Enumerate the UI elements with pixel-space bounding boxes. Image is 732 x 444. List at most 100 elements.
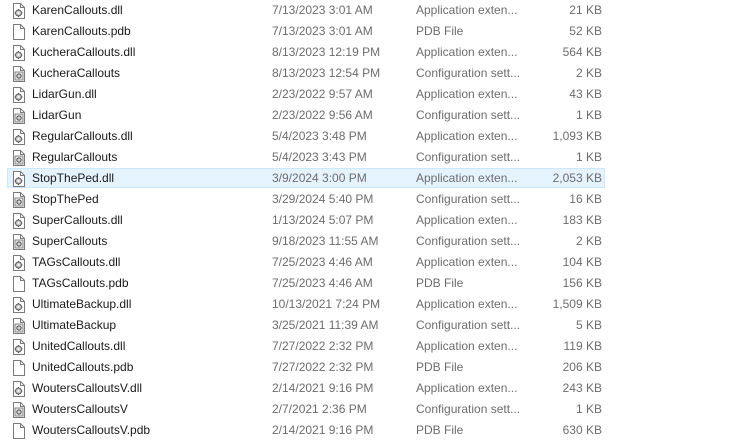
- file-size: 243 KB: [562, 381, 602, 395]
- file-date-modified: 2/14/2021 9:16 PM: [272, 423, 374, 437]
- file-date-modified: 5/4/2023 3:48 PM: [272, 129, 367, 143]
- file-name: UnitedCallouts.dll: [32, 339, 126, 353]
- file-date-modified: 7/27/2022 2:32 PM: [272, 339, 374, 353]
- file-size: 1 KB: [575, 402, 602, 416]
- config-gear-icon: [12, 108, 26, 124]
- file-name: KarenCallouts.dll: [32, 3, 123, 17]
- file-name: LidarGun: [32, 108, 82, 122]
- file-name: SuperCallouts: [32, 234, 108, 248]
- file-name: KucheraCallouts: [32, 66, 121, 80]
- file-row[interactable]: UltimateBackup 3/25/2021 11:39 AM Config…: [0, 315, 732, 336]
- file-date-modified: 10/13/2021 7:24 PM: [272, 297, 381, 311]
- file-date-modified: 8/13/2023 12:19 PM: [272, 45, 381, 59]
- file-row[interactable]: TAGsCallouts.dll 7/25/2023 4:46 AM Appli…: [0, 252, 732, 273]
- file-size: 156 KB: [562, 276, 602, 290]
- file-date-modified: 8/13/2023 12:54 PM: [272, 66, 381, 80]
- file-date-modified: 3/29/2024 5:40 PM: [272, 192, 374, 206]
- file-type: Configuration sett...: [416, 234, 521, 248]
- file-name: SuperCallouts.dll: [32, 213, 123, 227]
- file-row[interactable]: KarenCallouts.dll 7/13/2023 3:01 AM Appl…: [0, 0, 732, 21]
- file-row[interactable]: WoutersCalloutsV 2/7/2021 2:36 PM Config…: [0, 399, 732, 420]
- file-date-modified: 7/25/2023 4:46 AM: [272, 255, 373, 269]
- file-name: RegularCallouts.dll: [32, 129, 133, 143]
- file-type: Configuration sett...: [416, 192, 521, 206]
- file-name: TAGsCallouts.pdb: [32, 276, 129, 290]
- file-date-modified: 9/18/2023 11:55 AM: [272, 234, 379, 248]
- file-list[interactable]: KarenCallouts.dll 7/13/2023 3:01 AM Appl…: [0, 0, 732, 441]
- file-date-modified: 1/13/2024 5:07 PM: [272, 213, 374, 227]
- file-row[interactable]: WoutersCalloutsV.dll 2/14/2021 9:16 PM A…: [0, 378, 732, 399]
- dll-gear-icon: [12, 381, 26, 397]
- file-name: TAGsCallouts.dll: [32, 255, 121, 269]
- file-row[interactable]: KarenCallouts.pdb 7/13/2023 3:01 AM PDB …: [0, 21, 732, 42]
- file-row[interactable]: KucheraCallouts.dll 8/13/2023 12:19 PM A…: [0, 42, 732, 63]
- file-date-modified: 2/14/2021 9:16 PM: [272, 381, 374, 395]
- file-row[interactable]: UnitedCallouts.pdb 7/27/2022 2:32 PM PDB…: [0, 357, 732, 378]
- file-name: LidarGun.dll: [32, 87, 97, 101]
- file-name: UltimateBackup.dll: [32, 297, 132, 311]
- file-row[interactable]: WoutersCalloutsV.pdb 2/14/2021 9:16 PM P…: [0, 420, 732, 441]
- file-name: KarenCallouts.pdb: [32, 24, 131, 38]
- file-size: 206 KB: [562, 360, 602, 374]
- file-size: 52 KB: [569, 24, 602, 38]
- blank-file-icon: [12, 276, 26, 292]
- file-size: 2,053 KB: [552, 171, 602, 185]
- file-row[interactable]: LidarGun.dll 2/23/2022 9:57 AM Applicati…: [0, 84, 732, 105]
- file-date-modified: 7/13/2023 3:01 AM: [272, 24, 373, 38]
- file-date-modified: 7/13/2023 3:01 AM: [272, 3, 373, 17]
- file-date-modified: 5/4/2023 3:43 PM: [272, 150, 367, 164]
- file-row[interactable]: RegularCallouts 5/4/2023 3:43 PM Configu…: [0, 147, 732, 168]
- file-row[interactable]: SuperCallouts 9/18/2023 11:55 AM Configu…: [0, 231, 732, 252]
- file-type: Application exten...: [416, 45, 518, 59]
- file-row[interactable]: StopThePed.dll 3/9/2024 3:00 PM Applicat…: [0, 168, 732, 189]
- file-row[interactable]: UnitedCallouts.dll 7/27/2022 2:32 PM App…: [0, 336, 732, 357]
- file-date-modified: 3/25/2021 11:39 AM: [272, 318, 379, 332]
- file-date-modified: 7/27/2022 2:32 PM: [272, 360, 374, 374]
- file-name: KucheraCallouts.dll: [32, 45, 136, 59]
- file-row[interactable]: TAGsCallouts.pdb 7/25/2023 4:46 AM PDB F…: [0, 273, 732, 294]
- file-size: 5 KB: [575, 318, 602, 332]
- config-gear-icon: [12, 192, 26, 208]
- config-gear-icon: [12, 402, 26, 418]
- file-type: Application exten...: [416, 213, 518, 227]
- file-type: Configuration sett...: [416, 402, 521, 416]
- file-type: PDB File: [416, 24, 464, 38]
- file-date-modified: 2/23/2022 9:57 AM: [272, 87, 373, 101]
- file-row[interactable]: KucheraCallouts 8/13/2023 12:54 PM Confi…: [0, 63, 732, 84]
- file-row[interactable]: RegularCallouts.dll 5/4/2023 3:48 PM App…: [0, 126, 732, 147]
- file-date-modified: 3/9/2024 3:00 PM: [272, 171, 367, 185]
- file-type: Configuration sett...: [416, 150, 521, 164]
- file-name: StopThePed.dll: [32, 171, 115, 185]
- file-type: Configuration sett...: [416, 318, 521, 332]
- file-type: PDB File: [416, 423, 464, 437]
- config-gear-icon: [12, 318, 26, 334]
- file-type: Application exten...: [416, 255, 518, 269]
- file-type: Application exten...: [416, 129, 518, 143]
- file-size: 119 KB: [563, 339, 602, 353]
- file-row[interactable]: LidarGun 2/23/2022 9:56 AM Configuration…: [0, 105, 732, 126]
- file-size: 1 KB: [575, 108, 602, 122]
- file-row[interactable]: StopThePed 3/29/2024 5:40 PM Configurati…: [0, 189, 732, 210]
- file-row[interactable]: UltimateBackup.dll 10/13/2021 7:24 PM Ap…: [0, 294, 732, 315]
- file-type: Configuration sett...: [416, 108, 521, 122]
- file-size: 1 KB: [575, 150, 602, 164]
- file-size: 2 KB: [575, 234, 602, 248]
- dll-gear-icon: [12, 297, 26, 313]
- file-type: PDB File: [416, 276, 464, 290]
- blank-file-icon: [12, 360, 26, 376]
- file-size: 2 KB: [575, 66, 602, 80]
- file-size: 16 KB: [569, 192, 602, 206]
- file-type: Application exten...: [416, 87, 518, 101]
- config-gear-icon: [12, 150, 26, 166]
- file-type: PDB File: [416, 360, 464, 374]
- dll-gear-icon: [12, 87, 26, 103]
- file-size: 1,093 KB: [552, 129, 602, 143]
- file-name: UltimateBackup: [32, 318, 117, 332]
- file-row[interactable]: SuperCallouts.dll 1/13/2024 5:07 PM Appl…: [0, 210, 732, 231]
- file-size: 183 KB: [562, 213, 602, 227]
- file-date-modified: 2/23/2022 9:56 AM: [272, 108, 373, 122]
- file-name: WoutersCalloutsV.dll: [32, 381, 143, 395]
- file-name: StopThePed: [32, 192, 99, 206]
- config-gear-icon: [12, 66, 26, 82]
- file-size: 21 KB: [569, 3, 602, 17]
